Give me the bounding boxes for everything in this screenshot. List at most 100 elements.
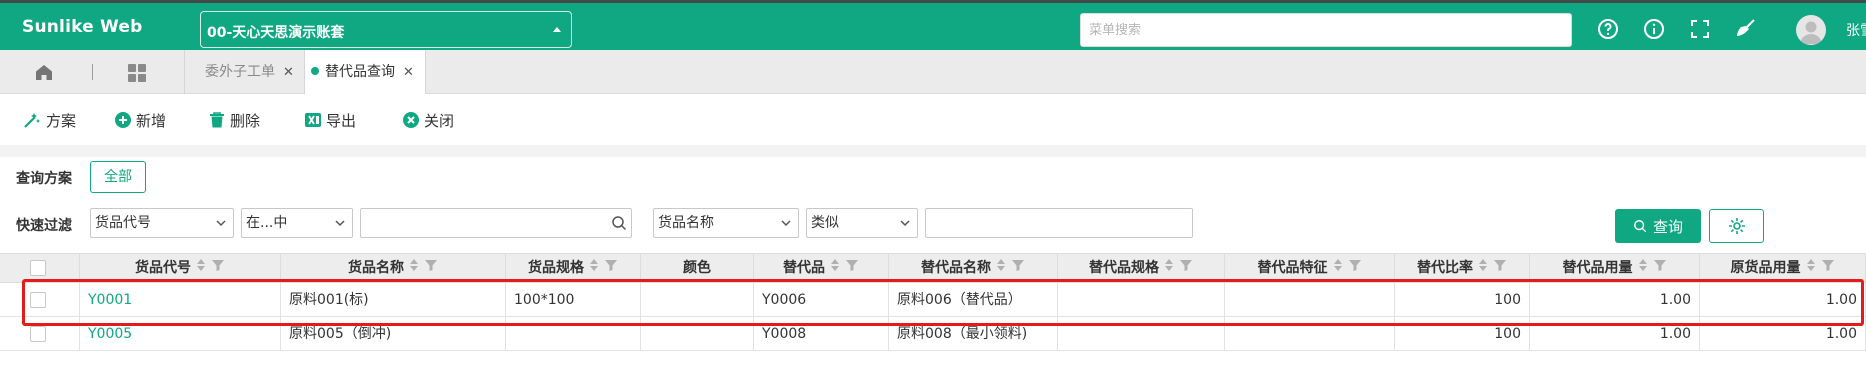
tab-divider: [184, 50, 185, 94]
app-logo: Sunlike Web: [22, 17, 143, 37]
filter-icon[interactable]: [604, 258, 618, 272]
quick-filter-label: 快速过滤: [16, 218, 72, 234]
column-header-label: 替代品用量: [1562, 260, 1633, 276]
grid-icon[interactable]: [128, 64, 146, 82]
section-gap: [0, 145, 1866, 157]
column-header-icons: [195, 254, 225, 282]
excel-icon: [305, 113, 321, 127]
column-header-icons: [1477, 254, 1507, 282]
column-header-icons: [408, 254, 438, 282]
field-select-2[interactable]: 货品名称: [653, 208, 799, 238]
plan-button[interactable]: 方案: [22, 109, 76, 131]
field-select-2-value: 货品名称: [658, 215, 714, 231]
avatar[interactable]: [1796, 15, 1826, 45]
username[interactable]: 张雪: [1846, 20, 1866, 40]
sort-icon[interactable]: [588, 258, 600, 272]
info-icon[interactable]: [1642, 17, 1666, 41]
add-label: 新增: [136, 111, 167, 130]
field-select-1[interactable]: 货品代号: [90, 208, 234, 238]
operator-select-1-value: 在...中: [246, 215, 288, 231]
select-all-cell: [0, 254, 80, 282]
column-header[interactable]: 替代比率: [1395, 254, 1530, 282]
column-header[interactable]: 替代品特征: [1225, 254, 1395, 282]
query-button-label: 查询: [1652, 217, 1683, 236]
chevron-down-icon: [900, 220, 910, 227]
filter-icon[interactable]: [1348, 258, 1362, 272]
column-header[interactable]: 替代品名称: [889, 254, 1058, 282]
top-bar: Sunlike Web 00-天心天思演示账套 张雪: [0, 0, 1866, 50]
field-select-1-value: 货品代号: [95, 215, 151, 231]
sort-icon[interactable]: [829, 258, 841, 272]
filter-icon[interactable]: [1493, 258, 1507, 272]
column-header-label: 货品代号: [135, 260, 191, 276]
column-header[interactable]: 替代品用量: [1530, 254, 1700, 282]
operator-select-2-value: 类似: [811, 215, 839, 231]
sort-icon[interactable]: [195, 258, 207, 272]
chevron-down-icon: [781, 220, 791, 227]
filter-value-input-2[interactable]: [925, 208, 1193, 238]
filter-icon[interactable]: [1011, 258, 1025, 272]
tab-substitute-query[interactable]: 替代品查询 ✕: [305, 50, 425, 94]
filter-icon[interactable]: [845, 258, 859, 272]
close-icon[interactable]: ✕: [403, 51, 414, 95]
column-header-icons: [1805, 254, 1835, 282]
column-header-label: 颜色: [683, 260, 711, 276]
column-header[interactable]: 替代品: [754, 254, 889, 282]
column-header[interactable]: 颜色: [641, 254, 754, 282]
magic-wand-icon: [24, 113, 40, 128]
sort-icon[interactable]: [1163, 258, 1175, 272]
sort-icon[interactable]: [1332, 258, 1344, 272]
add-button[interactable]: 新增: [114, 109, 166, 131]
filter-icon[interactable]: [211, 258, 225, 272]
column-header[interactable]: 货品代号: [80, 254, 281, 282]
export-label: 导出: [326, 111, 357, 130]
column-header[interactable]: 替代品规格: [1058, 254, 1225, 282]
account-selector-value: 00-天心天思演示账套: [207, 25, 345, 41]
settings-button[interactable]: [1709, 209, 1764, 243]
filter-icon[interactable]: [1653, 258, 1667, 272]
column-header[interactable]: 货品名称: [281, 254, 506, 282]
query-button[interactable]: 查询: [1615, 209, 1701, 243]
tab-outsource-suborder[interactable]: 委外子工单 ✕: [205, 50, 294, 94]
sort-icon[interactable]: [1477, 258, 1489, 272]
delete-button[interactable]: 删除: [208, 109, 260, 131]
column-header-label: 替代品规格: [1089, 260, 1159, 276]
select-all-checkbox[interactable]: [30, 260, 46, 276]
chevron-down-icon: [335, 220, 345, 227]
row-checkbox[interactable]: [30, 326, 46, 342]
help-icon[interactable]: [1596, 17, 1620, 41]
trash-icon: [210, 112, 224, 128]
menu-search-input[interactable]: [1080, 13, 1572, 47]
plan-label: 查询方案: [16, 171, 72, 187]
column-header[interactable]: 原货品用量: [1700, 254, 1866, 282]
sort-icon[interactable]: [1637, 258, 1649, 272]
clean-icon[interactable]: [1734, 17, 1758, 41]
search-icon[interactable]: [611, 215, 627, 231]
tab-bar: 委外子工单 ✕ 替代品查询 ✕: [0, 50, 1866, 94]
home-icon[interactable]: [34, 62, 54, 82]
close-icon[interactable]: ✕: [283, 51, 294, 95]
close-label: 关闭: [424, 111, 455, 130]
chevron-down-icon: [216, 220, 226, 227]
export-button[interactable]: 导出: [304, 109, 356, 131]
operator-select-1[interactable]: 在...中: [241, 208, 353, 238]
plan-all-button[interactable]: 全部: [90, 161, 146, 193]
column-header-icons: [1332, 254, 1362, 282]
caret-up-icon: [553, 27, 561, 32]
sort-icon[interactable]: [408, 258, 420, 272]
fullscreen-icon[interactable]: [1688, 17, 1712, 41]
filter-value-input-1[interactable]: [360, 208, 632, 238]
account-selector[interactable]: 00-天心天思演示账套: [200, 11, 572, 48]
column-header[interactable]: 货品规格: [506, 254, 641, 282]
plan-label: 方案: [46, 111, 77, 130]
filter-icon[interactable]: [1179, 258, 1193, 272]
filter-icon[interactable]: [424, 258, 438, 272]
sort-icon[interactable]: [995, 258, 1007, 272]
sort-icon[interactable]: [1805, 258, 1817, 272]
filter-icon[interactable]: [1821, 258, 1835, 272]
column-header-label: 货品名称: [348, 260, 404, 276]
column-header-label: 原货品用量: [1730, 260, 1801, 276]
tab-divider: [425, 50, 426, 94]
close-button[interactable]: 关闭: [402, 109, 454, 131]
operator-select-2[interactable]: 类似: [806, 208, 918, 238]
